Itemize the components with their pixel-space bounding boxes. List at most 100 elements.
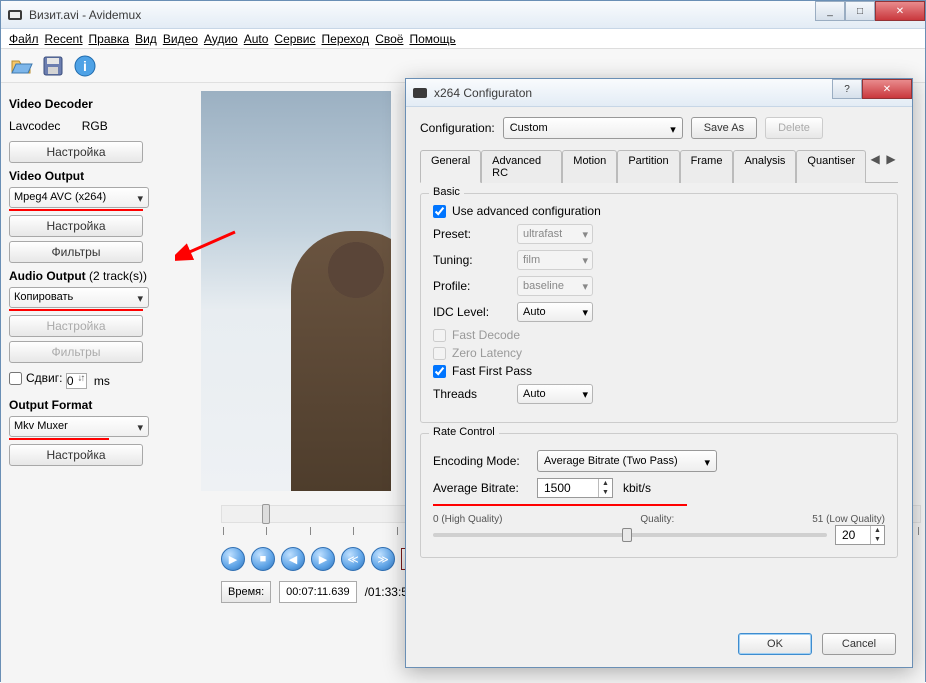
quality-low-label: 51 (Low Quality) — [812, 514, 885, 525]
preset-select: ultrafast — [517, 224, 593, 244]
time-label: Время: — [221, 581, 271, 603]
open-icon[interactable] — [9, 54, 33, 78]
video-decoder-configure-button[interactable]: Настройка — [9, 141, 143, 163]
video-output-filters-button[interactable]: Фильтры — [9, 241, 143, 263]
menu-recent[interactable]: Recent — [45, 32, 83, 46]
prev-frame-button[interactable]: ◀ — [281, 547, 305, 571]
menu-view[interactable]: Вид — [135, 32, 157, 46]
audio-mode-select[interactable]: Копировать — [9, 287, 149, 308]
dialog-tabs: General Advanced RC Motion Partition Fra… — [420, 149, 898, 183]
menu-file[interactable]: Файл — [9, 32, 39, 46]
quality-label: Quality: — [640, 514, 674, 525]
idc-select[interactable]: Auto — [517, 302, 593, 322]
audio-output-title: Audio Output (2 track(s)) — [9, 269, 193, 283]
minimize-button[interactable]: _ — [815, 1, 845, 21]
save-icon[interactable] — [41, 54, 65, 78]
window-title: Визит.avi - Avidemux — [29, 8, 815, 22]
dialog-help-button[interactable]: ? — [832, 79, 862, 99]
lavcodec-label: Lavcodec — [9, 119, 60, 133]
menu-custom[interactable]: Своё — [375, 32, 403, 46]
rate-control-group: Rate Control Encoding Mode: Average Bitr… — [420, 433, 898, 558]
rewind-button[interactable]: ≪ — [341, 547, 365, 571]
menubar: Файл Recent Правка Вид Видео Аудио Auto … — [1, 29, 925, 49]
tab-scroll-left-icon[interactable]: ◀ — [868, 149, 882, 169]
play-button[interactable]: ▶ — [221, 547, 245, 571]
video-content — [291, 231, 391, 491]
shift-value-input[interactable]: 0 — [66, 373, 87, 389]
config-select[interactable]: Custom — [503, 117, 683, 139]
forward-button[interactable]: ≫ — [371, 547, 395, 571]
fast-decode-checkbox: Fast Decode — [433, 328, 885, 342]
scrubber-handle[interactable] — [262, 504, 270, 524]
close-button[interactable]: ✕ — [875, 1, 925, 21]
format-configure-button[interactable]: Настройка — [9, 444, 143, 466]
app-icon — [7, 7, 23, 23]
enc-mode-label: Encoding Mode: — [433, 454, 527, 468]
maximize-button[interactable]: □ — [845, 1, 875, 21]
audio-filters-button: Фильтры — [9, 341, 143, 363]
audio-configure-button: Настройка — [9, 315, 143, 337]
quality-slider-thumb[interactable] — [622, 528, 632, 542]
tab-partition[interactable]: Partition — [617, 150, 679, 183]
rgb-label: RGB — [82, 119, 108, 133]
annotation-underline — [9, 438, 109, 440]
quality-value-input[interactable]: 20 ▲▼ — [835, 525, 885, 545]
main-titlebar: Визит.avi - Avidemux _ □ ✕ — [1, 1, 925, 29]
left-panel: Video Decoder Lavcodec RGB Настройка Vid… — [1, 83, 201, 683]
config-label: Configuration: — [420, 121, 495, 135]
basic-legend: Basic — [429, 186, 464, 198]
dialog-app-icon — [412, 85, 428, 101]
tab-frame[interactable]: Frame — [680, 150, 734, 183]
save-as-button[interactable]: Save As — [691, 117, 757, 139]
menu-video[interactable]: Видео — [163, 32, 198, 46]
tuning-select: film — [517, 250, 593, 270]
shift-checkbox[interactable]: Сдвиг: — [9, 371, 62, 385]
threads-label: Threads — [433, 387, 507, 401]
rate-legend: Rate Control — [429, 426, 499, 438]
tab-scroll-right-icon[interactable]: ▶ — [884, 149, 898, 169]
time-current[interactable]: 00:07:11.639 — [279, 581, 356, 603]
video-preview — [201, 91, 391, 491]
fast-first-pass-checkbox[interactable]: Fast First Pass — [433, 364, 885, 378]
zero-latency-checkbox: Zero Latency — [433, 346, 885, 360]
dialog-title: x264 Configuraton — [434, 86, 832, 100]
svg-text:i: i — [83, 58, 87, 74]
preset-label: Preset: — [433, 227, 507, 241]
threads-select[interactable]: Auto — [517, 384, 593, 404]
next-frame-button[interactable]: ▶ — [311, 547, 335, 571]
tuning-label: Tuning: — [433, 253, 507, 267]
enc-mode-select[interactable]: Average Bitrate (Two Pass) — [537, 450, 717, 472]
menu-auto[interactable]: Auto — [244, 32, 269, 46]
menu-go[interactable]: Переход — [322, 32, 370, 46]
profile-label: Profile: — [433, 279, 507, 293]
video-codec-select[interactable]: Mpeg4 AVC (x264) — [9, 187, 149, 208]
menu-audio[interactable]: Аудио — [204, 32, 238, 46]
use-advanced-checkbox[interactable]: Use advanced configuration — [433, 204, 885, 218]
muxer-select[interactable]: Mkv Muxer — [9, 416, 149, 437]
annotation-underline — [9, 309, 143, 311]
tab-quantiser[interactable]: Quantiser — [796, 150, 866, 183]
menu-edit[interactable]: Правка — [89, 32, 130, 46]
info-icon[interactable]: i — [73, 54, 97, 78]
annotation-underline — [433, 504, 687, 506]
menu-tools[interactable]: Сервис — [274, 32, 315, 46]
annotation-underline — [9, 209, 143, 211]
tab-motion[interactable]: Motion — [562, 150, 617, 183]
avg-bitrate-label: Average Bitrate: — [433, 481, 527, 495]
dialog-titlebar: x264 Configuraton ? ✕ — [406, 79, 912, 107]
quality-slider[interactable] — [433, 533, 827, 537]
avg-bitrate-input[interactable]: 1500 ▲▼ — [537, 478, 613, 498]
idc-label: IDC Level: — [433, 305, 507, 319]
delete-button: Delete — [765, 117, 823, 139]
video-output-configure-button[interactable]: Настройка — [9, 215, 143, 237]
menu-help[interactable]: Помощь — [409, 32, 455, 46]
basic-group: Basic Use advanced configuration Preset:… — [420, 193, 898, 423]
stop-button[interactable]: ■ — [251, 547, 275, 571]
cancel-button[interactable]: Cancel — [822, 633, 896, 655]
tab-analysis[interactable]: Analysis — [733, 150, 796, 183]
tab-general[interactable]: General — [420, 150, 481, 183]
output-format-title: Output Format — [9, 398, 193, 412]
tab-advanced-rc[interactable]: Advanced RC — [481, 150, 562, 183]
ok-button[interactable]: OK — [738, 633, 812, 655]
dialog-close-button[interactable]: ✕ — [862, 79, 912, 99]
